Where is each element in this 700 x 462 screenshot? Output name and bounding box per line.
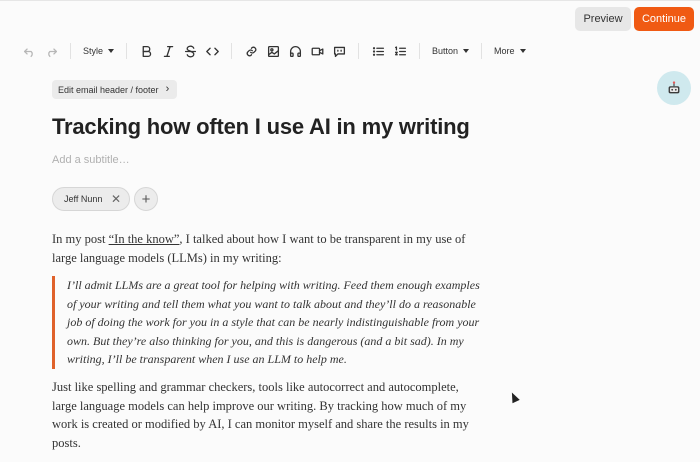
edit-header-label: Edit email header / footer: [58, 84, 159, 95]
button-dropdown[interactable]: Button: [428, 46, 473, 56]
toolbar-divider: [70, 43, 71, 59]
toolbar-divider: [358, 43, 360, 59]
close-icon[interactable]: ✕: [111, 193, 121, 205]
more-dropdown[interactable]: More: [490, 46, 530, 56]
subtitle-input[interactable]: Add a subtitle…: [52, 154, 130, 166]
undo-icon[interactable]: [18, 40, 40, 62]
author-chip[interactable]: Jeff Nunn ✕: [52, 187, 130, 211]
toolbar-divider: [231, 43, 233, 59]
link-icon[interactable]: [240, 40, 262, 62]
caret-down-icon: [108, 49, 115, 53]
mouse-cursor-icon: [508, 390, 520, 404]
comment-icon[interactable]: [328, 40, 350, 62]
assistant-bot-icon[interactable]: [657, 71, 691, 105]
chevron-right-icon: ›: [165, 83, 170, 95]
caret-down-icon: [463, 49, 470, 53]
blockquote: I’ll admit LLMs are a great tool for hel…: [52, 276, 482, 369]
paragraph-text: In my post: [52, 232, 109, 246]
preview-button[interactable]: Preview: [575, 7, 631, 31]
numbered-list-icon[interactable]: [389, 40, 411, 62]
author-name: Jeff Nunn: [64, 194, 103, 204]
image-icon[interactable]: [262, 40, 284, 62]
more-dropdown-label: More: [494, 46, 515, 56]
formatting-toolbar: Style Button More: [18, 40, 530, 62]
paragraph: In my post “In the know”, I talked about…: [52, 230, 482, 267]
strikethrough-icon[interactable]: [179, 40, 201, 62]
top-bar: Preview Continue: [0, 0, 700, 36]
toolbar-divider: [126, 43, 128, 59]
bulleted-list-icon[interactable]: [367, 40, 389, 62]
button-dropdown-label: Button: [432, 46, 459, 56]
paragraph: Just like spelling and grammar checkers,…: [52, 380, 469, 450]
bold-icon[interactable]: [135, 40, 157, 62]
edit-email-header-footer-button[interactable]: Edit email header / footer ›: [52, 80, 178, 99]
video-icon[interactable]: [306, 40, 328, 62]
code-icon[interactable]: [201, 40, 223, 62]
plus-icon: +: [141, 190, 151, 208]
style-dropdown-label: Style: [83, 46, 104, 56]
post-title[interactable]: Tracking how often I use AI in my writin…: [52, 114, 470, 140]
caret-down-icon: [519, 49, 526, 53]
italic-icon[interactable]: [157, 40, 179, 62]
toolbar-divider: [419, 43, 421, 59]
post-link[interactable]: “In the know”: [109, 232, 180, 246]
toolbar-divider: [481, 43, 483, 59]
continue-button[interactable]: Continue: [634, 7, 694, 31]
audio-icon[interactable]: [284, 40, 306, 62]
add-author-button[interactable]: +: [134, 187, 158, 211]
redo-icon[interactable]: [40, 40, 62, 62]
style-dropdown[interactable]: Style: [79, 46, 118, 56]
